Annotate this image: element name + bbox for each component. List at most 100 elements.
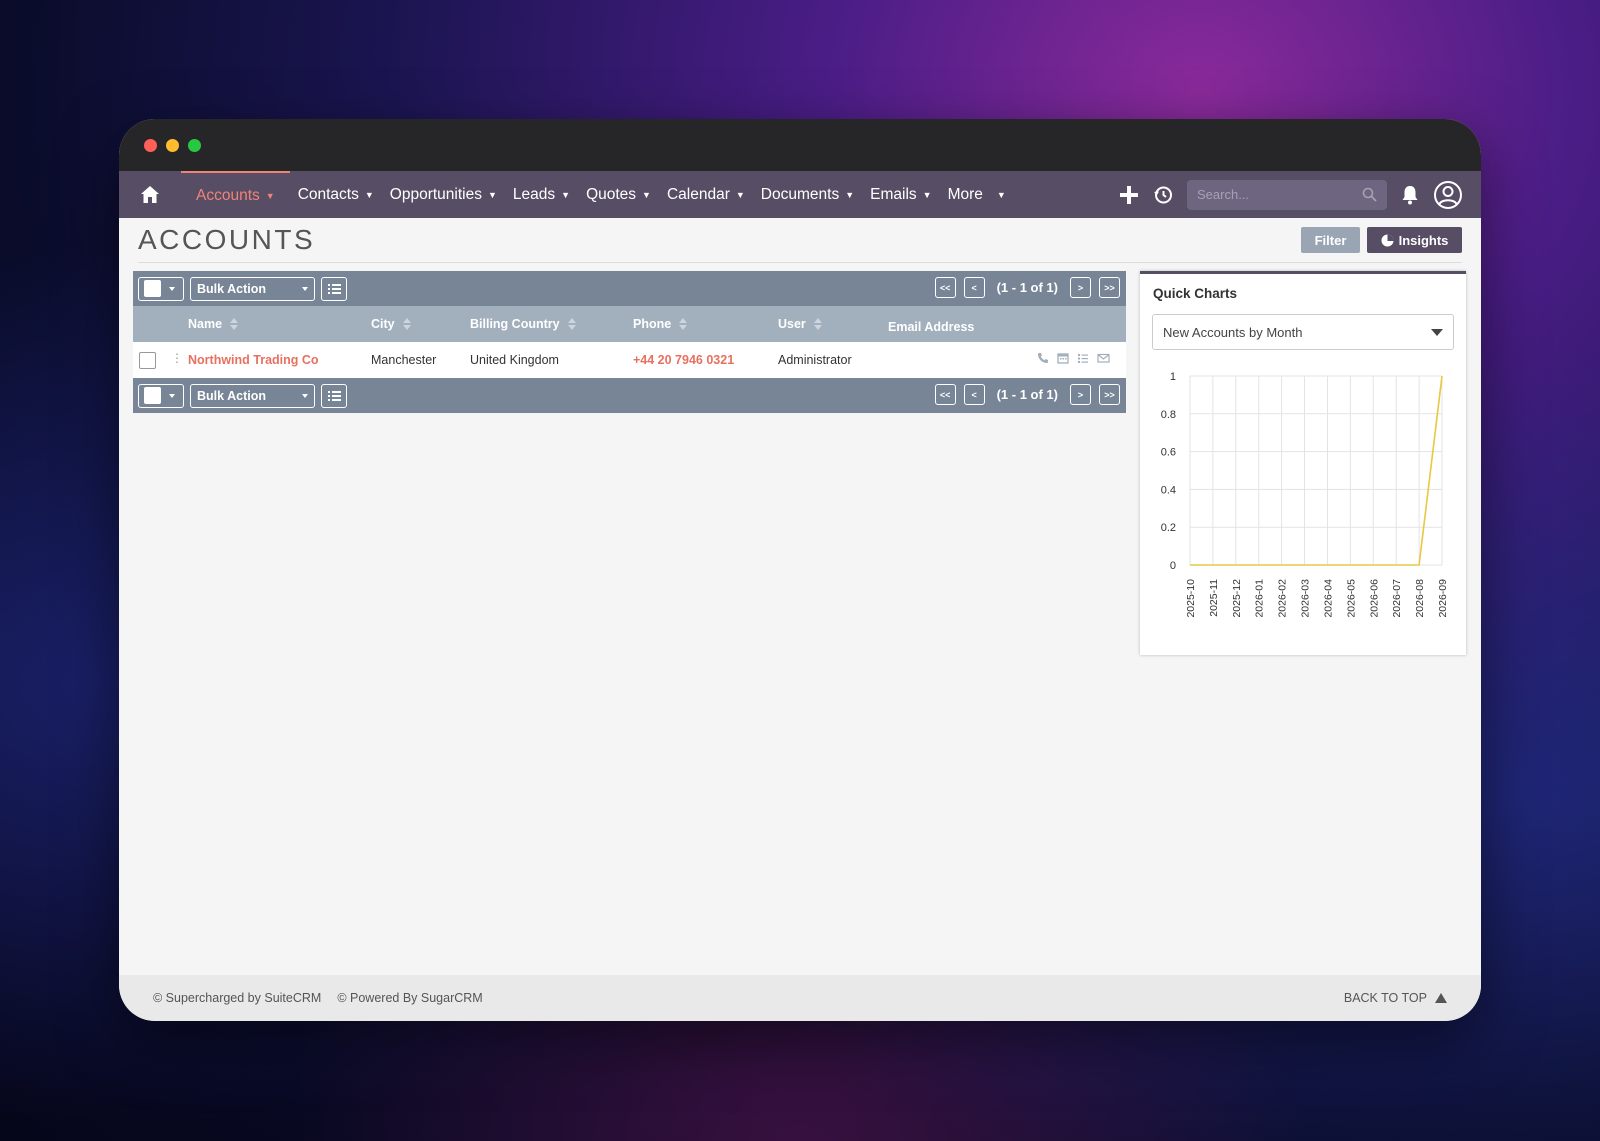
bulk-action-dropdown[interactable]: Bulk Action — [190, 383, 315, 408]
pagination-bottom: << < (1 - 1 of 1) > >> — [934, 384, 1120, 405]
nav-item-contacts[interactable]: Contacts ▼ — [290, 171, 382, 218]
select-all-checkbox[interactable] — [144, 387, 161, 404]
quick-charts-title: Quick Charts — [1153, 286, 1238, 301]
nav-item-opportunities[interactable]: Opportunities ▼ — [382, 171, 505, 218]
calendar-icon[interactable] — [1057, 352, 1069, 364]
chevron-down-icon: ▼ — [735, 189, 745, 200]
new-accounts-line-chart: 0 0.2 0.4 0.6 0.8 1 2025-10 2025-11 2025-12 2026-… — [1161, 371, 1449, 618]
caret-down-icon — [302, 286, 308, 291]
list-icon — [327, 390, 341, 401]
list-view: Bulk Action << < (1 - 1 of 1) > >> Name … — [133, 271, 1126, 413]
last-page-button[interactable]: >> — [1099, 384, 1120, 405]
column-chooser-button[interactable] — [321, 383, 347, 408]
footer: © Supercharged by SuiteCRM © Powered By … — [119, 975, 1481, 1021]
nav-item-leads[interactable]: Leads ▼ — [505, 171, 578, 218]
search-icon[interactable] — [1362, 187, 1377, 202]
sort-icon — [402, 318, 411, 330]
row-checkbox[interactable] — [139, 352, 156, 369]
pie-chart-icon — [1381, 234, 1394, 246]
pagination-info: (1 - 1 of 1) — [996, 280, 1058, 295]
x-tick-label: 2025-12 — [1231, 579, 1243, 618]
next-page-button[interactable]: > — [1070, 277, 1091, 298]
module-menu: Accounts ▼ Contacts ▼ Opportunities ▼ Leads… — [181, 171, 1014, 218]
nav-tools — [1119, 171, 1463, 218]
phone-link[interactable]: +44 20 7946 0321 — [633, 353, 734, 367]
x-tick-label: 2026-07 — [1391, 579, 1403, 618]
series-line-new-accounts — [1190, 375, 1443, 566]
search-input[interactable] — [1197, 187, 1347, 202]
next-page-button[interactable]: > — [1070, 384, 1091, 405]
first-page-button[interactable]: << — [934, 277, 956, 298]
chevron-down-icon: ▼ — [487, 189, 497, 200]
nav-item-quotes[interactable]: Quotes ▼ — [578, 171, 659, 218]
action-bar-bottom: Bulk Action << < (1 - 1 of 1) > >> — [133, 378, 1126, 413]
column-header-city[interactable]: City — [371, 317, 411, 331]
column-header-phone[interactable]: Phone — [633, 317, 688, 331]
bulk-action-dropdown[interactable]: Bulk Action — [190, 276, 315, 301]
filter-button[interactable]: Filter — [1301, 227, 1360, 253]
column-header-name[interactable]: Name — [188, 317, 239, 331]
caret-down-icon — [169, 393, 175, 398]
chevron-down-icon: ▼ — [996, 189, 1006, 200]
supercharged-credit: © Supercharged by SuiteCRM — [153, 991, 322, 1005]
x-tick-label: 2026-03 — [1300, 579, 1312, 618]
cell-city: Manchester — [371, 353, 437, 367]
nav-item-documents[interactable]: Documents ▼ — [753, 171, 862, 218]
caret-down-icon — [302, 393, 308, 398]
column-chooser-button[interactable] — [321, 276, 347, 301]
bell-icon[interactable] — [1401, 185, 1419, 205]
chevron-down-icon — [1431, 328, 1443, 336]
maximize-window-button[interactable] — [188, 138, 201, 152]
sort-icon — [813, 318, 822, 330]
prev-page-button[interactable]: < — [963, 277, 985, 298]
tasks-icon[interactable] — [1077, 352, 1089, 364]
minimize-window-button[interactable] — [166, 138, 179, 152]
action-bar-top: Bulk Action << < (1 - 1 of 1) > >> — [133, 271, 1126, 306]
x-tick-label: 2026-01 — [1254, 579, 1266, 618]
x-tick-label: 2025-11 — [1208, 579, 1220, 617]
nav-item-emails[interactable]: Emails ▼ — [862, 171, 939, 218]
x-tick-label: 2026-09 — [1437, 579, 1449, 618]
user-avatar-icon[interactable] — [1433, 180, 1463, 210]
select-all-dropdown[interactable] — [138, 276, 184, 301]
sort-icon — [230, 318, 239, 330]
y-tick-label: 0.4 — [1161, 484, 1176, 496]
pagination-top: << < (1 - 1 of 1) > >> — [934, 277, 1120, 298]
global-search[interactable] — [1187, 179, 1387, 210]
email-icon[interactable] — [1097, 352, 1110, 364]
prev-page-button[interactable]: < — [963, 384, 985, 405]
nav-item-accounts[interactable]: Accounts ▼ — [181, 171, 290, 218]
close-window-button[interactable] — [144, 138, 157, 152]
x-tick-label: 2026-04 — [1322, 579, 1334, 618]
chevron-down-icon: ▼ — [265, 190, 275, 201]
select-all-checkbox[interactable] — [144, 280, 161, 297]
phone-icon[interactable] — [1037, 352, 1049, 364]
select-all-dropdown[interactable] — [138, 383, 184, 408]
caret-down-icon — [169, 286, 175, 291]
column-header-billing-country[interactable]: Billing Country — [470, 317, 576, 331]
quick-charts-panel: Quick Charts New Accounts by Month 0 0.2 0… — [1140, 271, 1466, 655]
column-header-user[interactable]: User — [778, 317, 822, 331]
nav-item-calendar[interactable]: Calendar ▼ — [659, 171, 753, 218]
chevron-down-icon: ▼ — [642, 189, 651, 200]
x-tick-label: 2025-10 — [1185, 579, 1197, 618]
first-page-button[interactable]: << — [934, 384, 956, 405]
browser-window: Accounts ▼ Contacts ▼ Opportunities ▼ Leads… — [119, 119, 1481, 1021]
cell-billing-country: United Kingdom — [470, 353, 559, 367]
home-button[interactable] — [119, 171, 181, 218]
insights-button[interactable]: Insights — [1367, 227, 1462, 253]
account-name-link[interactable]: Northwind Trading Co — [188, 353, 319, 367]
home-icon — [141, 186, 159, 203]
chart-type-select[interactable]: New Accounts by Month — [1152, 314, 1454, 350]
row-actions-icon[interactable]: ⋮ — [171, 351, 183, 365]
plus-icon[interactable] — [1119, 185, 1139, 205]
powered-credit: © Powered By SugarCRM — [337, 991, 483, 1005]
last-page-button[interactable]: >> — [1099, 277, 1120, 298]
row-quick-actions — [1037, 352, 1110, 364]
arrow-up-icon — [1435, 993, 1447, 1003]
nav-item-more[interactable]: More ▼ — [940, 171, 1014, 218]
history-icon[interactable] — [1153, 185, 1173, 205]
sort-icon — [567, 318, 576, 330]
y-tick-label: 0.2 — [1161, 522, 1176, 534]
back-to-top-link[interactable]: BACK TO TOP — [1344, 991, 1447, 1005]
